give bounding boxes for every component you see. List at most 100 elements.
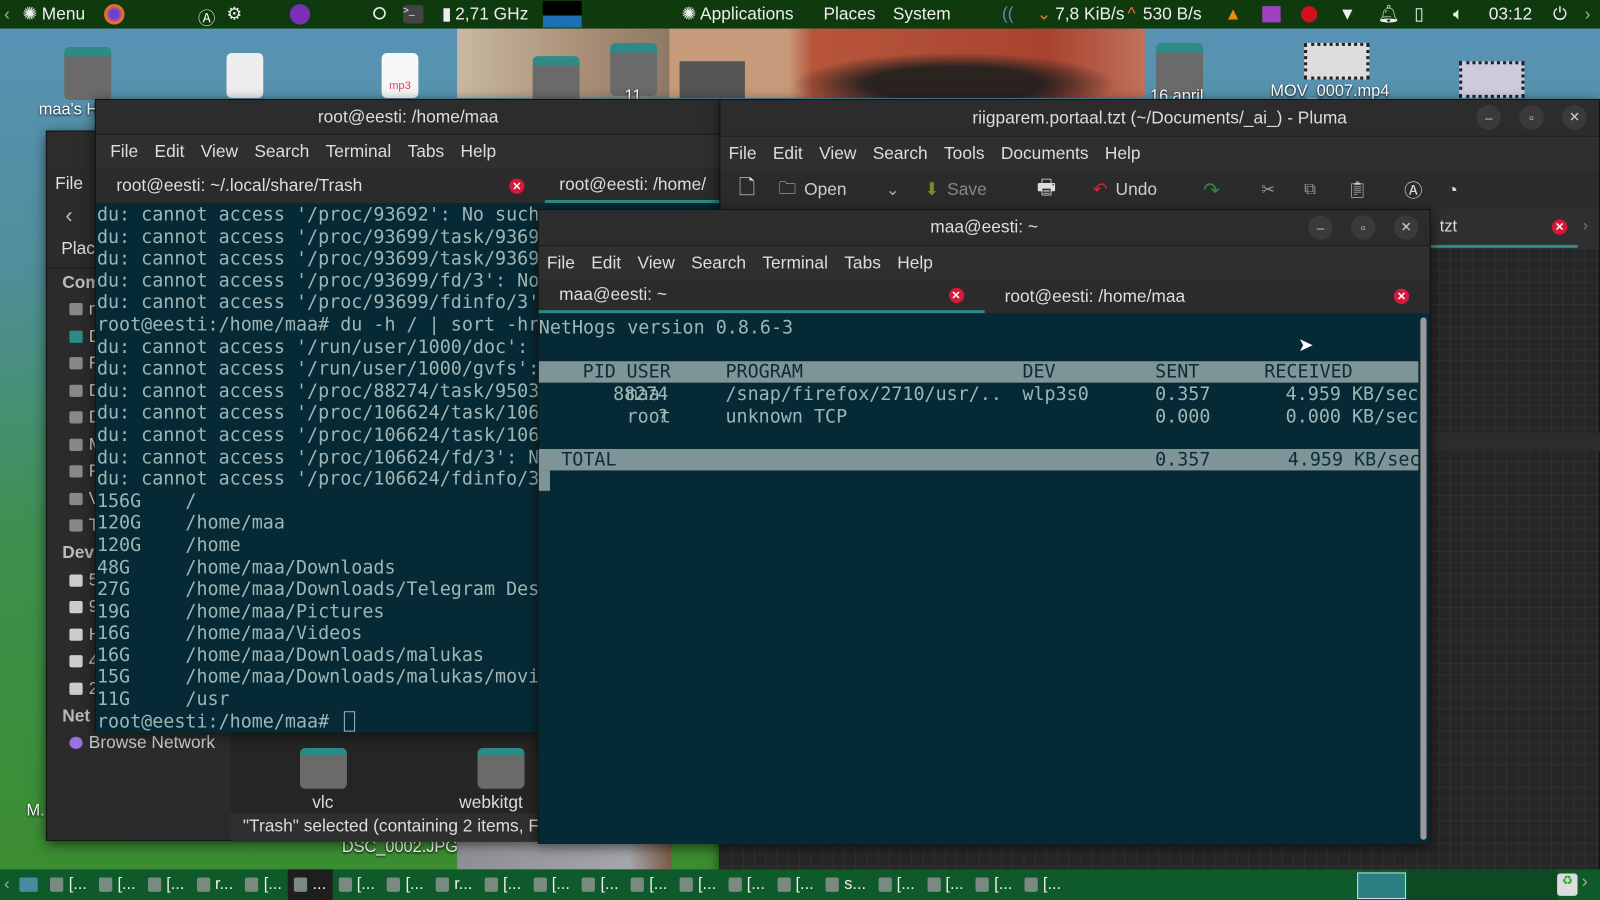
menu-help[interactable]: Help [889,253,941,273]
save-button[interactable]: ⬇ Save [924,180,986,200]
mp3-file-icon[interactable]: mp3 [381,53,419,98]
close-button[interactable]: ✕ [1562,105,1587,130]
menu-terminal[interactable]: Terminal [317,141,399,161]
audio-app-icon[interactable] [1262,6,1281,23]
taskbar-window-button[interactable]: [... [332,869,381,900]
menu-tabs[interactable]: Tabs [399,141,452,161]
battery-icon[interactable]: ▯ [1414,4,1424,24]
title-bar[interactable]: maa@eesti: ~ – ▫ ✕ [538,210,1430,246]
taskbar-window-button[interactable]: s... [820,869,872,900]
minimize-button[interactable]: – [1308,215,1333,240]
image-thumbnail[interactable] [679,61,745,98]
print-icon[interactable]: 🖶 [1037,172,1056,207]
taskbar-window-button[interactable]: [... [527,869,576,900]
menu-help[interactable]: Help [1097,143,1149,163]
taskbar-window-button[interactable]: [... [239,869,288,900]
close-button[interactable]: ✕ [1393,215,1419,240]
taskbar-window-button[interactable]: [... [722,869,771,900]
menu-search[interactable]: Search [865,143,936,163]
taskbar-window-button[interactable]: [... [1018,869,1067,900]
applications-menu[interactable]: ✺ Applications [682,4,794,24]
scrollbar[interactable] [1420,317,1427,840]
undo-button[interactable]: ↶ Undo [1093,180,1157,200]
folder-icon[interactable] [477,747,525,789]
record-icon[interactable] [1301,6,1318,23]
taskbar-window-button[interactable]: [... [771,869,820,900]
tab-document[interactable]: tzt ✕ [1429,209,1578,248]
taskbar-window-button[interactable]: [... [625,869,674,900]
menu-button[interactable]: ✺ Menu [22,4,85,24]
close-tab-icon[interactable]: ✕ [1552,219,1568,235]
home-folder-icon[interactable] [64,46,112,100]
find-replace-icon[interactable]: ◔ [1447,179,1458,200]
copy-icon[interactable]: ⧉ [1304,181,1316,199]
font-viewer-icon[interactable]: Ⓐ [198,4,215,30]
clock[interactable]: 03:12 [1489,4,1532,24]
taskbar-window-button[interactable]: [... [381,869,430,900]
notifications-icon[interactable]: 🔔︎ [1378,4,1400,24]
maximize-button[interactable]: ▫ [1519,105,1544,130]
workspace-switcher-active[interactable] [1357,872,1407,899]
tor-browser-icon[interactable] [289,4,311,25]
taskbar-scroll-left[interactable]: ‹ [0,869,14,900]
show-desktop-icon[interactable] [14,869,45,900]
recent-dropdown-chevron-icon[interactable]: ⌄ [886,180,900,200]
power-icon[interactable]: ⏻ [1553,4,1567,24]
title-bar[interactable]: riigparem.portaal.tzt (~/Documents/_ai_)… [720,99,1599,137]
system-menu[interactable]: System [893,4,951,24]
taskbar-window-button[interactable]: r... [190,869,239,900]
cut-icon[interactable]: ✂ [1261,180,1275,200]
trash-applet-icon[interactable]: ♻ [1557,873,1578,896]
file-icon[interactable] [226,53,264,98]
menu-view[interactable]: View [629,253,683,273]
tab-root-home-maa[interactable]: root@eesti: /home/maa ✕ [984,280,1429,314]
redo-icon[interactable]: ↷ [1203,177,1220,203]
menu-edit[interactable]: Edit [146,141,192,161]
vlc-icon[interactable]: ▲ [1224,4,1241,24]
taskbar-window-button[interactable]: [... [142,869,191,900]
new-document-icon[interactable]: 🗋 [739,172,755,207]
menu-edit[interactable]: Edit [765,143,811,163]
workspace-switcher[interactable] [1406,869,1558,900]
taskbar-window-button[interactable]: [... [921,869,970,900]
volume-icon[interactable]: 🔈︎ [1453,4,1463,24]
menu-documents[interactable]: Documents [993,143,1097,163]
minimize-button[interactable]: – [1476,105,1502,130]
find-icon[interactable]: Ⓐ [1404,177,1422,204]
taskbar-window-button[interactable]: [... [674,869,723,900]
places-menu[interactable]: Places [823,4,875,24]
open-button[interactable]: 🗀 Open [779,175,847,205]
paste-icon[interactable]: 📋︎ [1347,180,1368,200]
menu-view[interactable]: View [811,143,865,163]
menu-file[interactable]: File [102,141,146,161]
folder-label[interactable]: webkitgt [459,793,523,813]
sidebar-item-browse-network[interactable]: Browse Network [47,730,231,757]
taskbar-window-button[interactable]: ... [287,869,333,900]
desktop-icon-label[interactable]: maa's H [39,101,98,119]
folder-label[interactable]: vlc [312,793,333,813]
terminal-launcher-icon[interactable]: >_ [403,5,424,24]
tab-scroll-right[interactable]: › [1583,217,1588,235]
video-thumbnail[interactable] [1459,61,1525,98]
menu-edit[interactable]: Edit [583,253,629,273]
close-tab-icon[interactable]: ✕ [1393,288,1410,305]
tab-trash[interactable]: root@eesti: ~/.local/share/Trash ✕ [96,168,545,203]
video-thumbnail[interactable] [1304,42,1370,80]
taskbar-scroll-right[interactable]: › [1582,871,1588,892]
firefox-icon[interactable] [104,4,125,25]
wifi-icon[interactable]: ▼ [1339,4,1356,24]
taskbar-window-button[interactable]: [... [576,869,625,900]
panel-scroll-right[interactable]: › [1585,4,1591,24]
tab-maa-home[interactable]: maa@eesti: ~ ✕ [538,280,985,314]
panel-scroll-left[interactable]: ‹ [4,4,10,24]
menu-view[interactable]: View [193,141,247,161]
tab-home-maa[interactable]: root@eesti: /home/ [545,168,721,204]
taskbar-window-button[interactable]: [... [44,869,93,900]
taskbar-window-button[interactable]: r... [430,869,479,900]
menu-tools[interactable]: Tools [936,143,993,163]
close-tab-icon[interactable]: ✕ [509,178,525,194]
menu-help[interactable]: Help [452,141,504,161]
menu-file[interactable]: File [539,253,583,273]
taskbar-window-button[interactable]: [... [93,869,142,900]
terminal-output[interactable]: NetHogs version 0.8.6-3 88274 maa/snap/fi… [538,313,1430,844]
